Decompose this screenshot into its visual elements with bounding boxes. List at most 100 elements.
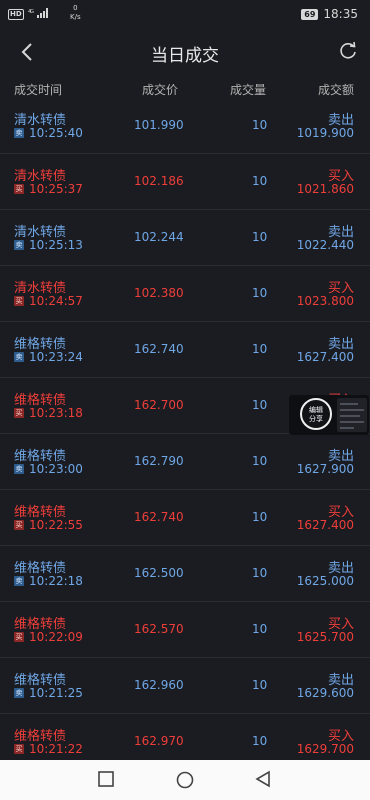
system-nav-bar xyxy=(0,760,370,800)
col-qty: 成交量 xyxy=(230,83,267,97)
trade-amount: 1625.700 xyxy=(296,630,354,644)
trade-type-tag: 卖 xyxy=(14,128,24,138)
trade-time: 卖 10:21:25 xyxy=(14,686,83,700)
trade-row[interactable]: 清水转债卖 10:25:13 102.244 10 卖出 1022.440 xyxy=(0,210,370,266)
time-value: 10:25:40 xyxy=(29,126,83,140)
trade-amount: 1625.000 xyxy=(296,574,354,588)
trade-price: 162.970 xyxy=(134,734,184,748)
edit-share-widget[interactable]: 编辑 分享 xyxy=(289,395,369,435)
trade-time: 卖 10:22:18 xyxy=(14,574,83,588)
top-header: 当日成交 xyxy=(0,30,370,75)
trade-time: 买 10:22:55 xyxy=(14,518,83,532)
trade-time: 买 10:22:09 xyxy=(14,630,83,644)
trade-price: 101.990 xyxy=(134,118,184,132)
trade-type-tag: 买 xyxy=(14,520,24,530)
time-value: 10:23:18 xyxy=(29,406,83,420)
trade-amount: 1627.400 xyxy=(296,518,354,532)
square-icon xyxy=(98,771,114,787)
trade-time: 买 10:25:37 xyxy=(14,182,83,196)
share-line2: 分享 xyxy=(309,415,323,423)
trade-qty: 10 xyxy=(252,118,268,132)
col-amount: 成交额 xyxy=(317,83,354,97)
screenshot-thumbnail[interactable] xyxy=(337,398,367,432)
trade-amount: 1627.900 xyxy=(296,462,354,476)
trade-amount: 1023.800 xyxy=(296,294,354,308)
trade-qty: 10 xyxy=(252,734,268,748)
trade-price: 102.380 xyxy=(134,286,184,300)
trade-qty: 10 xyxy=(252,230,268,244)
recent-apps-button[interactable] xyxy=(97,770,115,792)
trade-row[interactable]: 维格转债卖 10:23:00 162.790 10 卖出 1627.900 xyxy=(0,434,370,490)
trade-type-tag: 买 xyxy=(14,296,24,306)
trade-time: 卖 10:25:40 xyxy=(14,126,83,140)
triangle-back-icon xyxy=(255,770,270,788)
trade-type-tag: 卖 xyxy=(14,576,24,586)
time-value: 10:25:13 xyxy=(29,238,83,252)
edit-share-button[interactable]: 编辑 分享 xyxy=(300,398,332,430)
time-value: 10:23:00 xyxy=(29,462,83,476)
trade-qty: 10 xyxy=(252,286,268,300)
trade-qty: 10 xyxy=(252,678,268,692)
trade-price: 162.500 xyxy=(134,566,184,580)
trade-type-tag: 买 xyxy=(14,408,24,418)
time-value: 10:21:25 xyxy=(29,686,83,700)
time-value: 10:25:37 xyxy=(29,182,83,196)
time-value: 10:22:55 xyxy=(29,518,83,532)
time-value: 10:23:24 xyxy=(29,350,83,364)
trade-row[interactable]: 维格转债卖 10:21:25 162.960 10 卖出 1629.600 xyxy=(0,658,370,714)
trade-row[interactable]: 维格转债卖 10:22:18 162.500 10 卖出 1625.000 xyxy=(0,546,370,602)
circle-icon xyxy=(176,771,194,789)
hd-badge: HD xyxy=(8,9,24,20)
battery-icon: 69 xyxy=(301,8,319,20)
speed-unit: K/s xyxy=(70,13,81,21)
trade-qty: 10 xyxy=(252,174,268,188)
trade-amount: 1019.900 xyxy=(296,126,354,140)
page-title: 当日成交 xyxy=(151,46,219,66)
trade-time: 卖 10:23:24 xyxy=(14,350,83,364)
trade-row[interactable]: 维格转债买 10:22:09 162.570 10 买入 1625.700 xyxy=(0,602,370,658)
trade-price: 162.740 xyxy=(134,342,184,356)
speed-value: 0 xyxy=(73,4,78,12)
trade-amount: 1022.440 xyxy=(296,238,354,252)
trade-time: 买 10:21:22 xyxy=(14,742,83,756)
trade-type-tag: 买 xyxy=(14,184,24,194)
trade-row[interactable]: 维格转债买 10:22:55 162.740 10 买入 1627.400 xyxy=(0,490,370,546)
trade-qty: 10 xyxy=(252,510,268,524)
col-price: 成交价 xyxy=(142,83,179,97)
network-label: 4G xyxy=(28,9,34,15)
trade-type-tag: 卖 xyxy=(14,240,24,250)
trade-price: 102.186 xyxy=(134,174,184,188)
network-speed: 0 K/s xyxy=(70,4,81,22)
share-line1: 编辑 xyxy=(309,406,323,414)
col-time: 成交时间 xyxy=(14,83,63,97)
trade-time: 买 10:23:18 xyxy=(14,406,83,420)
trade-type-tag: 买 xyxy=(14,632,24,642)
time-value: 10:24:57 xyxy=(29,294,83,308)
trade-price: 162.570 xyxy=(134,622,184,636)
trade-row[interactable]: 清水转债买 10:24:57 102.380 10 买入 1023.800 xyxy=(0,266,370,322)
trade-price: 162.700 xyxy=(134,398,184,412)
trade-type-tag: 买 xyxy=(14,744,24,754)
trade-type-tag: 卖 xyxy=(14,688,24,698)
trade-qty: 10 xyxy=(252,566,268,580)
trade-amount: 1627.400 xyxy=(296,350,354,364)
trade-time: 买 10:24:57 xyxy=(14,294,83,308)
refresh-button[interactable] xyxy=(337,40,359,62)
time-value: 10:21:22 xyxy=(29,742,83,756)
trade-qty: 10 xyxy=(252,398,268,412)
trade-time: 卖 10:23:00 xyxy=(14,462,83,476)
trade-qty: 10 xyxy=(252,622,268,636)
signal-icon: 4G xyxy=(28,8,50,21)
trade-qty: 10 xyxy=(252,342,268,356)
trade-qty: 10 xyxy=(252,454,268,468)
trade-type-tag: 卖 xyxy=(14,464,24,474)
home-button[interactable] xyxy=(175,770,195,794)
trade-row[interactable]: 清水转债卖 10:25:40 101.990 10 卖出 1019.900 xyxy=(0,98,370,154)
trade-row[interactable]: 维格转债卖 10:23:24 162.740 10 卖出 1627.400 xyxy=(0,322,370,378)
trade-price: 162.960 xyxy=(134,678,184,692)
trade-price: 162.740 xyxy=(134,510,184,524)
system-back-button[interactable] xyxy=(254,770,272,792)
trade-type-tag: 卖 xyxy=(14,352,24,362)
trade-row[interactable]: 清水转债买 10:25:37 102.186 10 买入 1021.860 xyxy=(0,154,370,210)
trade-price: 162.790 xyxy=(134,454,184,468)
